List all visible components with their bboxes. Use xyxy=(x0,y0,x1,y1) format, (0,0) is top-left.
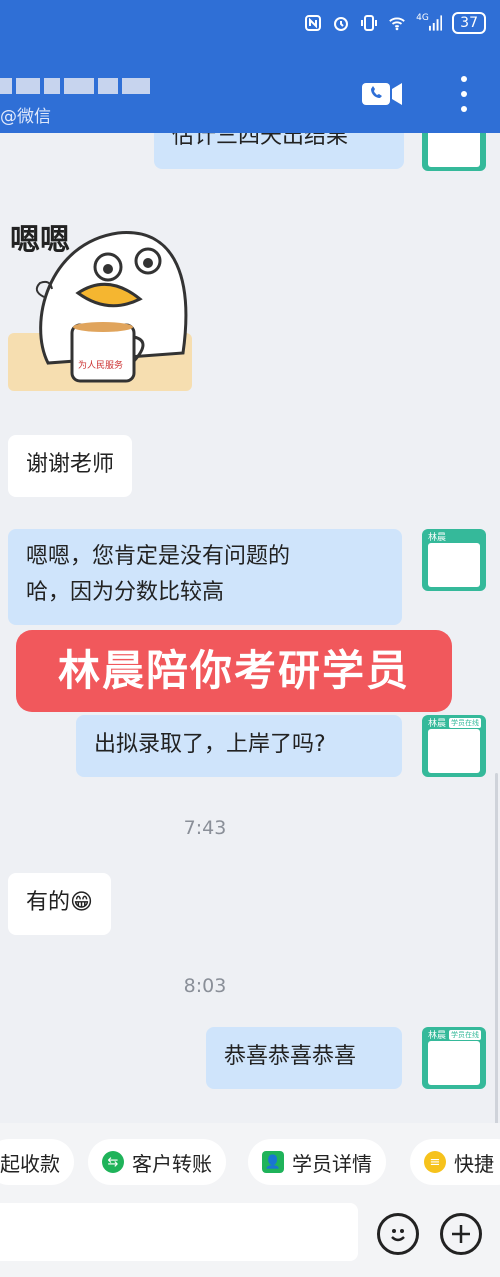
more-dot-icon xyxy=(461,106,467,112)
chip-label: 起收款 xyxy=(0,1151,60,1176)
chat-history[interactable]: 估计三四天出结果 嗯嗯 为人民服务 谢谢老师 嗯嗯，您肯定是没有问题的 哈，因为… xyxy=(0,133,500,1123)
sticker-message[interactable]: 嗯嗯 为人民服务 xyxy=(8,203,194,393)
message-bubble-sent[interactable]: 恭喜恭喜恭喜 xyxy=(206,1027,402,1089)
contact-source: @微信 xyxy=(0,107,51,127)
avatar-caption: MBA MPA MEM xyxy=(432,768,476,775)
avatar-image xyxy=(428,133,480,167)
transfer-icon: ⇆ xyxy=(102,1151,124,1173)
message-text: 有的😁 xyxy=(26,890,93,915)
message-text-line: 哈，因为分数比较高 xyxy=(26,580,225,605)
timestamp: 7:43 xyxy=(183,817,227,839)
avatar[interactable]: 林晨 学员在线 MBA MPA MEM xyxy=(422,1027,486,1089)
avatar-caption: MBA MPA MEM xyxy=(432,582,476,589)
avatar-image xyxy=(428,1041,480,1085)
message-bubble-sent[interactable]: 出拟录取了，上岸了吗? xyxy=(76,715,402,777)
quick-action-transfer[interactable]: ⇆ 客户转账 xyxy=(88,1139,226,1185)
quick-action-collect-payment[interactable]: 起收款 xyxy=(0,1139,74,1185)
message-text-line: 嗯嗯，您肯定是没有问题的 xyxy=(26,544,291,569)
timestamp: 8:03 xyxy=(183,975,227,997)
chip-label: 客户转账 xyxy=(132,1151,212,1176)
emoji-button[interactable] xyxy=(377,1213,419,1255)
avatar-name: 林晨 xyxy=(428,719,447,729)
battery-indicator: 37 xyxy=(452,12,486,34)
avatar-image xyxy=(428,729,480,773)
more-dot-icon xyxy=(461,76,467,82)
quick-action-student-details[interactable]: 👤 学员详情 xyxy=(248,1139,386,1185)
contact-name-redacted xyxy=(0,78,150,94)
avatar-badge: 学员在线 xyxy=(449,1030,481,1040)
avatar-name: 林晨 xyxy=(428,1031,447,1041)
status-bar: 4G 37 xyxy=(304,12,486,34)
message-input-bar xyxy=(0,1203,500,1277)
video-call-icon xyxy=(362,83,402,105)
nfc-icon xyxy=(304,14,322,32)
chip-label: 学员详情 xyxy=(292,1151,372,1176)
message-text: 估计三四天出结果 xyxy=(172,133,349,149)
scrollbar[interactable] xyxy=(495,773,498,1123)
plus-icon xyxy=(452,1225,470,1243)
avatar[interactable] xyxy=(422,133,486,171)
avatar[interactable]: 林晨 学员在线 MBA MPA MEM xyxy=(422,715,486,777)
alarm-icon xyxy=(332,14,350,32)
avatar-caption: MBA MPA MEM xyxy=(432,1080,476,1087)
chip-label: 快捷 xyxy=(454,1151,494,1176)
signal-4g-icon: 4G xyxy=(416,13,443,32)
message-input[interactable] xyxy=(0,1203,358,1261)
chat-header: 4G 37 @微信 xyxy=(0,0,500,133)
message-text: 谢谢老师 xyxy=(26,452,115,477)
message-bubble-sent[interactable]: 嗯嗯，您肯定是没有问题的 哈，因为分数比较高 xyxy=(8,529,402,625)
quick-reply-icon: ≡ xyxy=(424,1151,446,1173)
more-options-button[interactable] xyxy=(458,76,470,112)
more-actions-button[interactable] xyxy=(440,1213,482,1255)
message-text: 恭喜恭喜恭喜 xyxy=(224,1044,357,1069)
network-label: 4G xyxy=(416,13,429,23)
emoji-icon xyxy=(391,1229,405,1242)
wifi-icon xyxy=(388,14,406,32)
vibrate-icon xyxy=(360,14,378,32)
message-bubble-received[interactable]: 有的😁 xyxy=(8,873,111,935)
sticker-caption-small: 为人民服务 xyxy=(78,361,124,371)
avatar-image xyxy=(428,543,480,587)
avatar-badge: 学员在线 xyxy=(449,718,481,728)
quick-action-quick-reply[interactable]: ≡ 快捷 xyxy=(410,1139,500,1185)
avatar[interactable]: 林晨 MBA MPA MEM xyxy=(422,529,486,591)
promo-banner: 林晨陪你考研学员 xyxy=(16,630,452,712)
quick-actions-bar: 起收款 ⇆ 客户转账 👤 学员详情 ≡ 快捷 xyxy=(0,1123,500,1203)
user-icon: 👤 xyxy=(262,1151,284,1173)
message-text: 出拟录取了，上岸了吗? xyxy=(94,732,326,757)
video-call-button[interactable] xyxy=(362,80,404,108)
more-dot-icon xyxy=(461,91,467,97)
message-bubble-sent[interactable]: 估计三四天出结果 xyxy=(154,133,404,169)
avatar-name: 林晨 xyxy=(428,533,447,543)
sticker-caption-big: 嗯嗯 xyxy=(10,223,70,258)
message-bubble-received[interactable]: 谢谢老师 xyxy=(8,435,133,497)
